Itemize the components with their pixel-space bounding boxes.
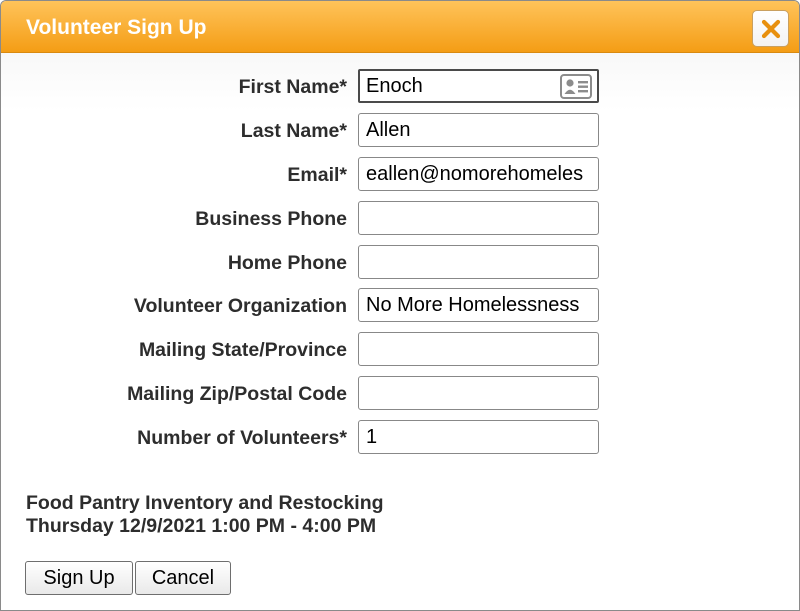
volunteer-signup-dialog: Volunteer Sign Up First Name* Last Name*… (0, 0, 800, 611)
volunteer-organization-input[interactable] (358, 288, 599, 322)
dialog-titlebar: Volunteer Sign Up (1, 1, 799, 53)
number-of-volunteers-input[interactable] (358, 420, 599, 454)
mailing-state-input[interactable] (358, 332, 599, 366)
last-name-input[interactable] (358, 113, 599, 147)
home-phone-label: Home Phone (227, 252, 347, 274)
mailing-zip-input[interactable] (358, 376, 599, 410)
home-phone-input[interactable] (358, 245, 599, 279)
close-icon (761, 19, 780, 38)
mailing-zip-label: Mailing Zip/Postal Code (127, 383, 347, 405)
dialog-title: Volunteer Sign Up (26, 16, 207, 39)
volunteer-organization-label: Volunteer Organization (133, 295, 347, 317)
mailing-state-label: Mailing State/Province (138, 339, 347, 361)
close-button[interactable] (752, 10, 789, 47)
first-name-label: First Name* (238, 76, 347, 98)
business-phone-label: Business Phone (195, 208, 347, 230)
contact-card-icon[interactable] (560, 74, 592, 99)
event-name: Food Pantry Inventory and Restocking (26, 492, 384, 514)
email-input[interactable] (358, 157, 599, 191)
event-datetime: Thursday 12/9/2021 1:00 PM - 4:00 PM (26, 515, 377, 537)
cancel-button[interactable]: Cancel (135, 561, 231, 595)
business-phone-input[interactable] (358, 201, 599, 235)
last-name-label: Last Name* (240, 120, 347, 142)
sign-up-button[interactable]: Sign Up (25, 561, 133, 595)
number-of-volunteers-label: Number of Volunteers* (137, 427, 347, 449)
email-label: Email* (287, 164, 347, 186)
